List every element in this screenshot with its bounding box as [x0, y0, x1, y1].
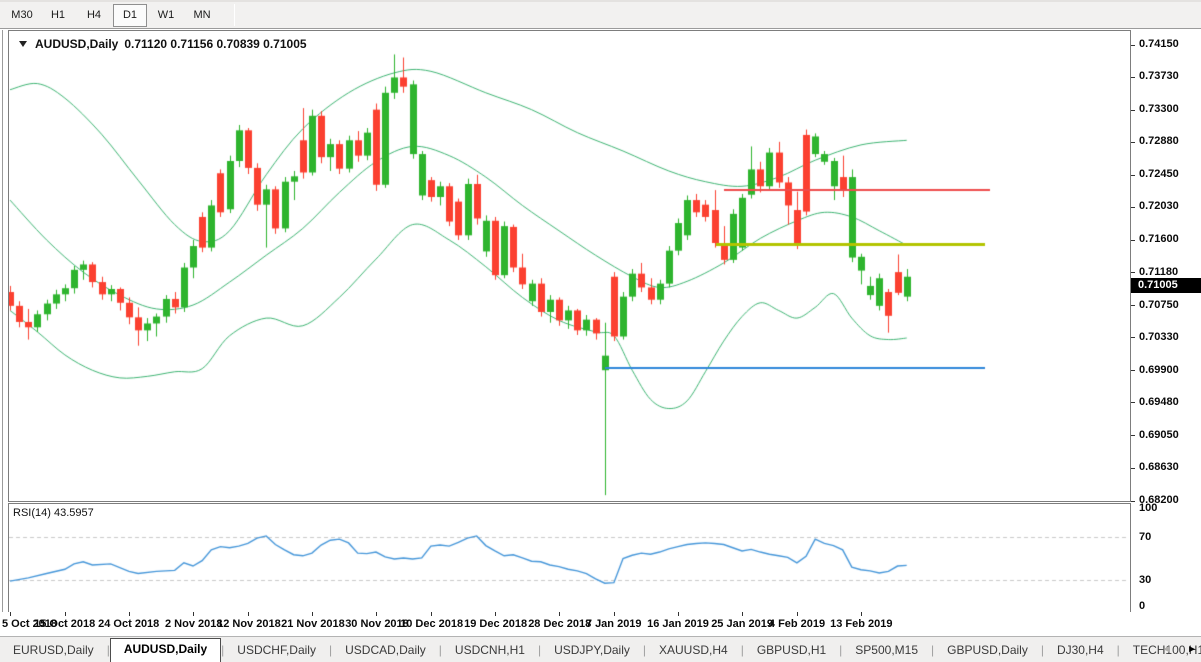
- price-axis-label: 0.70330: [1139, 331, 1179, 343]
- date-axis-label: 28 Dec 2018: [528, 618, 591, 630]
- tab-gbpusd-daily[interactable]: GBPUSD,Daily: [934, 640, 1041, 662]
- price-axis-label: 0.69480: [1139, 396, 1179, 408]
- rsi-axis-label: 100: [1139, 502, 1157, 514]
- rsi-chart-canvas[interactable]: [9, 504, 1130, 612]
- timeframe-buttons: M30H1H4D1W1MN: [4, 4, 220, 27]
- chart-ohlc-values: 0.71120 0.71156 0.70839 0.71005: [124, 37, 306, 51]
- price-axis-tick: [1131, 370, 1135, 371]
- date-axis-tick: [614, 612, 615, 616]
- date-axis-label: 19 Dec 2018: [464, 618, 527, 630]
- date-axis-tick: [376, 612, 377, 616]
- price-axis-tick: [1131, 77, 1135, 78]
- timeframe-toolbar: M30H1H4D1W1MN: [0, 0, 1201, 29]
- symbol-tab-bar: EURUSD,Daily|AUDUSD,Daily|USDCHF,Daily|U…: [0, 636, 1201, 662]
- timeframe-button-d1[interactable]: D1: [113, 4, 147, 27]
- chart-dropdown-icon[interactable]: [19, 41, 27, 47]
- price-axis-tick: [1131, 240, 1135, 241]
- main-chart-pane: AUDUSD,Daily 0.71120 0.71156 0.70839 0.7…: [8, 30, 1131, 502]
- timeframe-button-m30[interactable]: M30: [5, 4, 39, 27]
- price-axis-label: 0.70750: [1139, 299, 1179, 311]
- timeframe-button-h1[interactable]: H1: [41, 4, 75, 27]
- rsi-axis-label: 70: [1139, 531, 1151, 543]
- tab-scroll-left-icon[interactable]: ◄: [1161, 644, 1171, 656]
- tab-usdcad-daily[interactable]: USDCAD,Daily: [332, 640, 439, 662]
- tab-eurusd-daily[interactable]: EURUSD,Daily: [0, 640, 107, 662]
- tab-dj30-h4[interactable]: DJ30,H4: [1044, 640, 1117, 662]
- price-axis-tick: [1131, 175, 1135, 176]
- price-axis-tick: [1131, 207, 1135, 208]
- chart-symbol-period: AUDUSD,Daily: [35, 37, 118, 51]
- tab-scroll-right-icon[interactable]: ►: [1187, 644, 1197, 656]
- price-axis-label: 0.72450: [1139, 168, 1179, 180]
- price-axis-tick: [1131, 45, 1135, 46]
- price-axis-label: 0.72880: [1139, 135, 1179, 147]
- tab-sp500-m15[interactable]: SP500,M15: [842, 640, 931, 662]
- date-axis-tick: [495, 612, 496, 616]
- tab-xauusd-h4[interactable]: XAUUSD,H4: [646, 640, 741, 662]
- price-axis-tick: [1131, 402, 1135, 403]
- tab-usdjpy-daily[interactable]: USDJPY,Daily: [541, 640, 643, 662]
- date-axis-label: 7 Jan 2019: [586, 618, 642, 630]
- date-axis-label: 12 Nov 2018: [217, 618, 281, 630]
- rsi-axis-label: 30: [1139, 574, 1151, 586]
- rsi-label: RSI(14) 43.5957: [13, 507, 94, 519]
- date-axis-tick: [312, 612, 313, 616]
- date-axis-tick: [742, 612, 743, 616]
- date-axis-tick: [65, 612, 66, 616]
- price-axis-tick: [1131, 337, 1135, 338]
- date-axis-tick: [559, 612, 560, 616]
- current-price-badge: 0.71005: [1131, 278, 1201, 293]
- date-axis-label: 10 Dec 2018: [400, 618, 463, 630]
- price-axis-label: 0.72030: [1139, 200, 1179, 212]
- date-axis-label: 15 Oct 2018: [34, 618, 95, 630]
- date-axis-label: 21 Nov 2018: [281, 618, 345, 630]
- price-axis-tick: [1131, 110, 1135, 111]
- price-axis-tick: [1131, 142, 1135, 143]
- chart-title: AUDUSD,Daily 0.71120 0.71156 0.70839 0.7…: [19, 37, 307, 51]
- price-axis-tick: [1131, 272, 1135, 273]
- tab-audusd-daily[interactable]: AUDUSD,Daily: [110, 638, 221, 662]
- rsi-indicator-pane: RSI(14) 43.5957: [8, 503, 1131, 613]
- timeframe-button-h4[interactable]: H4: [77, 4, 111, 27]
- timeframe-button-mn[interactable]: MN: [185, 4, 219, 27]
- price-axis-label: 0.73300: [1139, 103, 1179, 115]
- candlestick-chart-canvas[interactable]: [9, 31, 1130, 501]
- date-axis-label: 4 Feb 2019: [769, 618, 825, 630]
- timeframe-button-w1[interactable]: W1: [149, 4, 183, 27]
- tab-usdcnh-h1[interactable]: USDCNH,H1: [442, 640, 538, 662]
- price-axis-label: 0.74150: [1139, 38, 1179, 50]
- date-axis-label: 24 Oct 2018: [98, 618, 159, 630]
- date-axis-tick: [10, 612, 11, 616]
- date-axis-tick: [678, 612, 679, 616]
- date-axis-label: 2 Nov 2018: [165, 618, 222, 630]
- price-axis-tick: [1131, 468, 1135, 469]
- price-axis-label: 0.68630: [1139, 461, 1179, 473]
- price-axis-tick: [1131, 435, 1135, 436]
- tab-usdchf-daily[interactable]: USDCHF,Daily: [224, 640, 329, 662]
- toolbar-separator: [234, 4, 235, 26]
- price-axis-tick: [1131, 501, 1135, 502]
- price-axis-label: 0.69900: [1139, 364, 1179, 376]
- price-axis-tick: [1131, 305, 1135, 306]
- date-axis-tick: [193, 612, 194, 616]
- date-axis-label: 16 Jan 2019: [647, 618, 709, 630]
- date-axis[interactable]: 5 Oct 201815 Oct 201824 Oct 20182 Nov 20…: [0, 612, 1131, 636]
- date-axis-tick: [248, 612, 249, 616]
- window-left-frame: [2, 30, 3, 612]
- price-axis-label: 0.71180: [1139, 266, 1178, 278]
- date-axis-label: 25 Jan 2019: [711, 618, 773, 630]
- price-axis[interactable]: 0.74150 0.73730 0.73300 0.72880 0.72450 0.720…: [1131, 30, 1201, 613]
- date-axis-tick: [797, 612, 798, 616]
- price-axis-label: 0.69050: [1139, 429, 1179, 441]
- trading-terminal-window: { "toolbar": { "timeframes": ["M30","H1"…: [0, 0, 1201, 662]
- date-axis-tick: [861, 612, 862, 616]
- price-axis-label: 0.71600: [1139, 233, 1179, 245]
- rsi-axis-label: 0: [1139, 600, 1145, 612]
- date-axis-label: 13 Feb 2019: [830, 618, 892, 630]
- tab-gbpusd-h1[interactable]: GBPUSD,H1: [744, 640, 839, 662]
- price-axis-label: 0.73730: [1139, 70, 1179, 82]
- date-axis-tick: [431, 612, 432, 616]
- date-axis-tick: [129, 612, 130, 616]
- tab-scroll-arrows: ◄ ►: [1161, 644, 1197, 656]
